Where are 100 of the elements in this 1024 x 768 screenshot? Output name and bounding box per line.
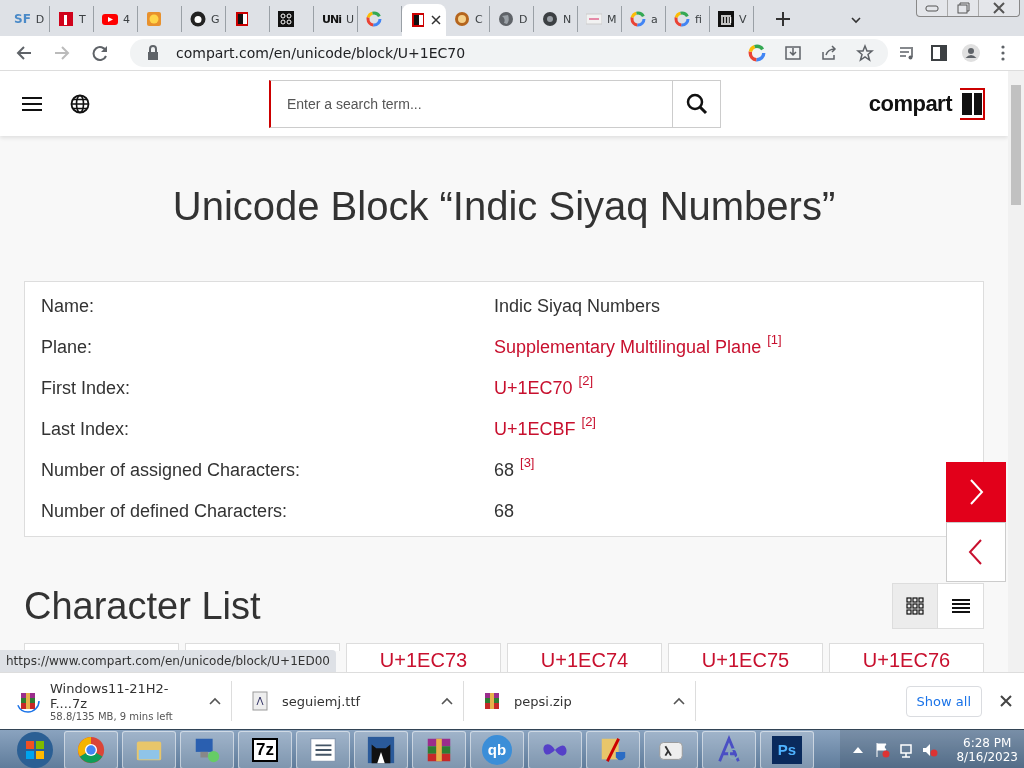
browser-tab[interactable]: 4	[94, 6, 138, 32]
property-label: Number of assigned Characters:	[41, 460, 302, 481]
start-button[interactable]	[16, 731, 54, 768]
install-icon[interactable]	[784, 44, 802, 62]
list-view-button[interactable]	[938, 584, 983, 628]
tab-logo: SF	[14, 12, 31, 26]
new-tab-icon[interactable]	[776, 12, 790, 26]
browser-tab[interactable]	[402, 4, 446, 36]
file-name: Windows11-21H2-F....7z	[50, 680, 170, 711]
tab-favicon-icon	[630, 11, 646, 27]
tab-title: V	[739, 12, 747, 26]
grid-icon	[906, 597, 924, 615]
tab-title: T	[79, 12, 86, 26]
download-item[interactable]: Windows11-21H2-F....7z 58.8/135 MB, 9 mins left	[0, 681, 232, 721]
taskbar-app[interactable]: Ps	[760, 731, 814, 768]
character-card[interactable]: U+1EC74	[507, 643, 662, 672]
side-panel-icon[interactable]	[930, 44, 948, 62]
browser-tab[interactable]: D	[490, 6, 534, 32]
app-logo: 7z	[252, 738, 278, 762]
character-card[interactable]: U+1EC76	[829, 643, 984, 672]
footnote-link[interactable]: [2]	[581, 414, 596, 429]
tab-favicon-icon	[278, 11, 294, 27]
property-link[interactable]: U+1EC70	[494, 378, 573, 399]
profile-icon[interactable]	[962, 44, 980, 62]
share-icon[interactable]	[820, 44, 838, 62]
browser-tab[interactable]: N	[534, 6, 578, 32]
browser-tab[interactable]: G	[182, 6, 226, 32]
property-label: Number of defined Characters:	[41, 501, 289, 522]
star-icon[interactable]	[856, 44, 874, 62]
tab-favicon-icon	[234, 11, 250, 27]
tab-title: G	[211, 12, 220, 26]
media-icon[interactable]	[898, 44, 916, 62]
caret-icon[interactable]	[673, 697, 685, 705]
browser-tab[interactable]: V	[710, 6, 754, 32]
tab-title: 4	[123, 12, 130, 26]
property-label: Plane:	[41, 337, 94, 358]
tab-favicon-icon	[102, 11, 118, 27]
download-item[interactable]: seguiemj.ttf	[232, 681, 464, 721]
code-point: U+1EC74	[540, 649, 629, 671]
scrollbar[interactable]	[1008, 71, 1024, 672]
property-link[interactable]: U+1ECBF	[494, 419, 576, 440]
tab-favicon-icon	[190, 11, 206, 27]
grid-view-button[interactable]	[893, 584, 938, 628]
taskbar-app[interactable]	[296, 731, 350, 768]
caret-icon[interactable]	[209, 697, 221, 705]
footnote-link[interactable]: [1]	[767, 332, 782, 347]
clock-time[interactable]: 6:28 PM	[963, 736, 1012, 750]
caret-icon[interactable]	[441, 697, 453, 705]
close-icon[interactable]	[431, 15, 441, 25]
taskbar-app[interactable]: 7z	[238, 731, 292, 768]
reload-icon[interactable]	[90, 43, 110, 63]
character-card[interactable]: U+1EC73	[346, 643, 501, 672]
tab-favicon-icon	[454, 11, 470, 27]
property-label: Last Index:	[41, 419, 131, 440]
tab-title: D	[519, 12, 528, 26]
tab-title: U	[345, 12, 354, 26]
tab-title: D	[35, 12, 45, 26]
tab-logo: UNi	[322, 12, 341, 26]
show-all-button[interactable]: Show all	[905, 685, 982, 717]
google-icon[interactable]	[748, 44, 766, 62]
search-button[interactable]	[673, 79, 721, 128]
footnote-link[interactable]: [3]	[520, 455, 535, 470]
file-name: seguiemj.ttf	[282, 693, 362, 709]
property-value: 68	[494, 460, 515, 481]
browser-tab[interactable]: C	[446, 6, 490, 32]
tab-favicon-icon	[586, 11, 602, 27]
menu-icon[interactable]	[22, 95, 42, 112]
tab-favicon-icon	[146, 11, 162, 27]
close-icon[interactable]	[1000, 695, 1012, 707]
network-icon[interactable]	[898, 742, 915, 758]
tab-favicon-icon	[366, 11, 382, 27]
property-value: 68	[494, 501, 515, 522]
tab-favicon-icon	[718, 11, 734, 27]
browser-tab[interactable]: M	[578, 6, 622, 32]
clock-date[interactable]: 8/16/2023	[956, 750, 1018, 764]
download-item[interactable]: pepsi.zip	[464, 681, 696, 721]
volume-muted-icon[interactable]	[922, 742, 939, 758]
tab-title: C	[475, 12, 483, 26]
tab-favicon-icon	[498, 11, 514, 27]
character-card[interactable]: U+1EC75	[668, 643, 823, 672]
chevron-icon[interactable]	[850, 14, 862, 26]
footnote-link[interactable]: [2]	[578, 373, 594, 388]
property-link[interactable]: Supplementary Multilingual Plane	[494, 337, 762, 358]
search-field[interactable]: Enter a search term...	[269, 79, 673, 128]
taskbar-app[interactable]	[354, 731, 408, 768]
browser-tab[interactable]: SF D	[6, 6, 50, 32]
browser-tab[interactable]: T	[50, 6, 94, 32]
address-bar[interactable]: compart.com/en/unicode/block/U+1EC70	[130, 39, 888, 67]
app-logo: Ps	[772, 736, 802, 764]
page-title: Unicode Block “Indic Siyaq Numbers”	[171, 184, 837, 229]
globe-icon[interactable]	[70, 93, 90, 114]
tab-favicon-icon	[542, 11, 558, 27]
browser-tab[interactable]: fi	[666, 6, 710, 32]
property-value: Indic Siyaq Numbers	[494, 296, 661, 317]
flag-icon[interactable]	[874, 742, 891, 758]
logo-text[interactable]: compart	[868, 90, 952, 117]
section-heading: Character List	[24, 584, 261, 628]
tab-title: fi	[695, 12, 702, 26]
browser-tab[interactable]: a	[622, 6, 666, 32]
browser-tab[interactable]: UNi U	[314, 6, 358, 32]
